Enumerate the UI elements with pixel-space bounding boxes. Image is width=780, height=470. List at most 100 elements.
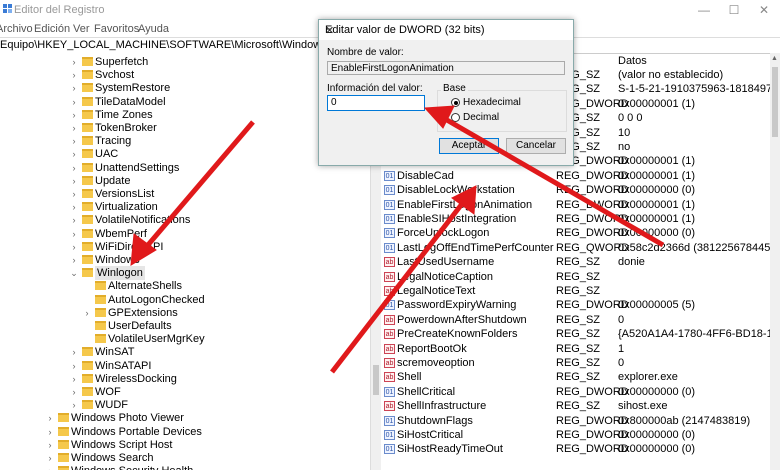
value-row[interactable]: ab scremoveoption REG_SZ 0 — [380, 356, 770, 370]
list-scrollbar[interactable]: ▲ — [770, 53, 780, 470]
value-data: no — [618, 141, 631, 153]
chevron-right-icon[interactable]: › — [83, 306, 91, 320]
chevron-right-icon[interactable]: › — [70, 134, 78, 148]
value-data: (valor no establecido) — [618, 69, 724, 81]
menu-favoritos[interactable]: Favoritos — [94, 23, 139, 35]
tree-item-label: Windows Security Health — [71, 464, 193, 470]
tree-item-label: Windows Search — [71, 452, 154, 464]
string-value-icon: ab — [384, 329, 395, 340]
value-row[interactable]: ab PreCreateKnownFolders REG_SZ {A520A1A4-1… — [380, 327, 770, 341]
value-row[interactable]: 01 DisableLockWorkstation REG_DWORD 0x00000… — [380, 183, 770, 197]
value-row[interactable]: ab ShellInfrastructure REG_SZ sihost.exe — [380, 399, 770, 413]
menu-archivo[interactable]: Archivo — [0, 23, 33, 35]
value-row[interactable]: ab LastUsedUsername REG_SZ donie — [380, 255, 770, 269]
tree-scroll-thumb[interactable] — [373, 365, 379, 395]
cancel-button[interactable]: Cancelar — [506, 138, 566, 154]
string-value-icon: ab — [384, 343, 395, 354]
chevron-right-icon[interactable]: › — [70, 372, 78, 386]
value-data: 0x00000001 (1) — [618, 155, 696, 168]
value-row[interactable]: 01 PasswordExpiryWarning REG_DWORD 0x000000… — [380, 298, 770, 312]
chevron-right-icon[interactable]: › — [70, 108, 78, 122]
binary-value-icon: 01 — [384, 386, 395, 397]
decimal-radio[interactable] — [451, 113, 460, 122]
folder-icon — [82, 255, 93, 264]
value-row[interactable]: 01 DisableCad REG_DWORD 0x00000001 (1) — [380, 169, 770, 183]
folder-icon — [82, 347, 93, 357]
chevron-right-icon[interactable]: › — [70, 161, 78, 175]
binary-value-icon: 01 — [384, 242, 395, 253]
chevron-right-icon[interactable]: › — [70, 398, 78, 412]
chevron-down-icon[interactable]: ⌄ — [70, 266, 78, 280]
value-row[interactable]: ab ReportBootOk REG_SZ 1 — [380, 342, 770, 356]
chevron-right-icon[interactable]: › — [70, 385, 78, 399]
value-data: 0 — [618, 357, 625, 369]
column-data-header[interactable]: Datos — [618, 55, 647, 67]
chevron-right-icon[interactable]: › — [46, 411, 54, 425]
chevron-right-icon[interactable]: › — [70, 81, 78, 95]
folder-icon — [82, 123, 93, 132]
chevron-right-icon[interactable]: › — [46, 464, 54, 470]
chevron-right-icon[interactable]: › — [70, 95, 78, 109]
chevron-right-icon[interactable]: › — [70, 147, 78, 161]
value-name: PowerdownAfterShutdown — [397, 313, 527, 326]
value-type: REG_SZ — [556, 313, 601, 326]
chevron-right-icon[interactable]: › — [70, 187, 78, 201]
value-data: 1 — [618, 342, 625, 355]
chevron-right-icon[interactable]: › — [46, 425, 54, 439]
chevron-right-icon[interactable]: › — [70, 240, 78, 254]
menu-ayuda[interactable]: Ayuda — [138, 23, 169, 35]
maximize-button[interactable]: ☐ — [720, 2, 748, 18]
value-row[interactable]: 01 SiHostReadyTimeOut REG_DWORD 0x00000000 … — [380, 442, 770, 456]
folder-icon — [82, 83, 93, 93]
value-row[interactable]: ab Shell REG_SZ explorer.exe — [380, 370, 770, 384]
scroll-up-icon[interactable]: ▲ — [771, 55, 778, 62]
value-data: 0x00000000 (0) — [618, 184, 696, 197]
tree-item-label: SystemRestore — [95, 82, 171, 95]
chevron-right-icon[interactable]: › — [70, 68, 78, 82]
value-data: 0 0 0 — [618, 112, 643, 125]
value-row[interactable]: 01 ShutdownFlags REG_DWORD 0x800000ab (2147… — [380, 414, 770, 428]
value-row[interactable]: 01 SiHostCritical REG_DWORD 0x00000000 (0) — [380, 428, 770, 442]
chevron-right-icon[interactable]: › — [70, 121, 78, 135]
chevron-right-icon[interactable]: › — [70, 174, 78, 188]
minimize-button[interactable]: — — [690, 2, 718, 18]
dialog-close-button[interactable]: ✕ — [325, 24, 567, 37]
hexadecimal-radio[interactable] — [451, 98, 460, 107]
value-data-label: Información del valor: — [327, 83, 423, 94]
tree-item-label: WinSATAPI — [95, 359, 152, 372]
menu-ver[interactable]: Ver — [73, 23, 90, 35]
value-type: REG_SZ — [556, 400, 601, 413]
chevron-right-icon[interactable]: › — [70, 359, 78, 373]
value-name: ShellInfrastructure — [397, 400, 487, 413]
value-row[interactable]: 01 LastLogOffEndTimePerfCounter REG_QWORD 0… — [380, 241, 770, 255]
chevron-right-icon[interactable]: › — [70, 213, 78, 227]
value-row[interactable]: ab LegalNoticeText REG_SZ — [380, 284, 770, 298]
value-data-input[interactable]: 0 — [327, 95, 425, 111]
tree-item-label: Virtualization — [95, 201, 158, 214]
close-button[interactable]: ✕ — [750, 2, 778, 18]
chevron-right-icon[interactable]: › — [70, 200, 78, 214]
chevron-right-icon[interactable]: › — [70, 55, 78, 69]
menu-edicion[interactable]: Edición — [34, 23, 70, 35]
value-row[interactable]: 01 ForceUnlockLogon REG_DWORD 0x00000000 (0… — [380, 226, 770, 240]
chevron-right-icon[interactable]: › — [46, 451, 54, 465]
decimal-label[interactable]: Decimal — [463, 112, 499, 123]
hexadecimal-label[interactable]: Hexadecimal — [463, 97, 521, 108]
value-row[interactable]: 01 EnableFirstLogonAnimation REG_DWORD 0x00… — [380, 198, 770, 212]
list-scroll-thumb[interactable] — [772, 67, 778, 137]
value-row[interactable]: 01 ShellCritical REG_DWORD 0x00000000 (0) — [380, 385, 770, 399]
ok-button[interactable]: Aceptar — [439, 138, 499, 154]
chevron-right-icon[interactable]: › — [70, 253, 78, 267]
chevron-right-icon[interactable]: › — [46, 438, 54, 452]
value-row[interactable]: 01 EnableSIHostIntegration REG_DWORD 0x0000… — [380, 212, 770, 226]
folder-icon — [82, 400, 93, 410]
value-name: Shell — [397, 371, 422, 384]
tree-item-label: WinSAT — [95, 346, 135, 359]
chevron-right-icon[interactable]: › — [70, 345, 78, 359]
tree-item-label: TokenBroker — [95, 122, 157, 134]
key-tree[interactable]: › Superfetch › Svchost › SystemRestore › TileDa… — [0, 53, 370, 470]
value-row[interactable]: ab LegalNoticeCaption REG_SZ — [380, 270, 770, 284]
chevron-right-icon[interactable]: › — [70, 227, 78, 241]
value-data: 0x00000000 (0) — [618, 429, 696, 441]
value-row[interactable]: ab PowerdownAfterShutdown REG_SZ 0 — [380, 313, 770, 327]
